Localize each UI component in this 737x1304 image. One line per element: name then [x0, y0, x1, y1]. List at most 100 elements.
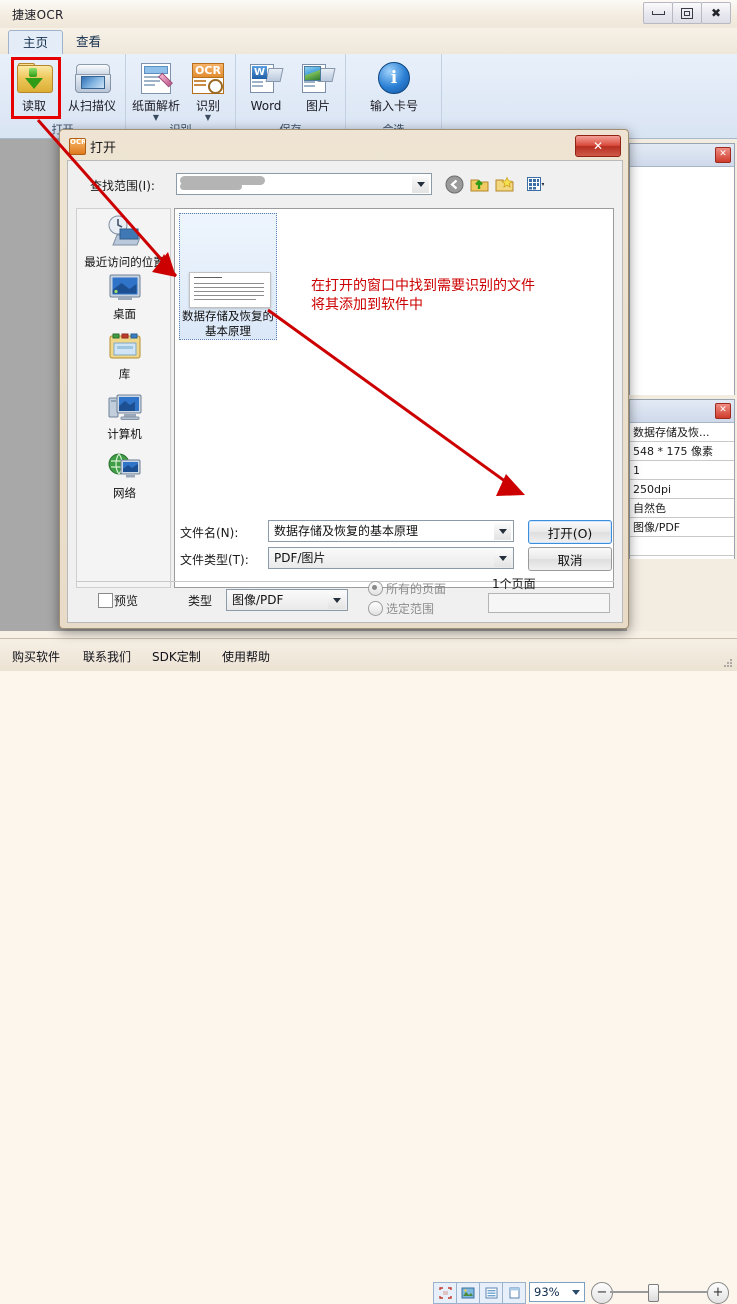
cancel-button[interactable]: 取消	[528, 547, 612, 571]
close-button[interactable]: ✖	[701, 2, 731, 24]
image-info-panel-close-button[interactable]: ✕	[715, 403, 731, 419]
resize-grip-icon[interactable]	[722, 657, 734, 669]
filetype-combobox[interactable]: PDF/图片	[268, 547, 514, 569]
recent-places-icon	[108, 215, 142, 246]
zoom-out-button[interactable]: −	[591, 1282, 613, 1304]
read-button-highlight-box	[11, 57, 61, 119]
image-info-panel-body: 数据存储及恢... 548 * 175 像素 1 250dpi 自然色 图像/P…	[630, 423, 734, 559]
up-folder-icon[interactable]	[468, 174, 490, 194]
ribbon-button-recognize-label: 识别	[195, 99, 220, 113]
ocr-app-icon: OCR	[69, 138, 86, 155]
ribbon-group-save: W Word 图片 保存	[236, 54, 346, 138]
chevron-down-icon[interactable]	[494, 550, 511, 567]
new-folder-icon[interactable]	[493, 174, 515, 194]
chevron-down-icon[interactable]	[328, 592, 345, 609]
computer-icon	[108, 394, 141, 420]
table-row: 1	[630, 460, 734, 480]
open-button[interactable]: 打开(O)	[528, 520, 612, 544]
status-link-buy[interactable]: 购买软件	[12, 648, 60, 665]
thumbnail-icon[interactable]	[456, 1282, 480, 1304]
fit-page-icon[interactable]	[433, 1282, 457, 1304]
ribbon: 读取 从扫描仪 打开 纸面解析 ▼	[0, 54, 737, 139]
open-button-label: 打开(O)	[547, 525, 593, 541]
radio-selected-range-label: 选定范围	[386, 602, 435, 616]
list-item[interactable]: 数据存储及恢复的 基本原理	[179, 213, 277, 340]
scanner-icon	[64, 58, 120, 98]
filename-value: 数据存储及恢复的基本原理	[274, 524, 419, 538]
tab-home[interactable]: 主页	[8, 30, 64, 55]
table-row: 250dpi	[630, 479, 734, 499]
ribbon-button-enter-card-number[interactable]: i 输入卡号	[362, 58, 426, 113]
ribbon-button-from-scanner[interactable]: 从扫描仪	[64, 58, 120, 113]
file-name-line-2: 基本原理	[205, 324, 251, 338]
view-mode-group	[433, 1282, 526, 1304]
page-range-input[interactable]	[488, 593, 610, 613]
redacted-path-mark	[180, 183, 242, 190]
file-name-label: 数据存储及恢复的 基本原理	[180, 309, 276, 339]
zoom-in-button[interactable]: +	[707, 1282, 729, 1304]
ribbon-button-word-label: Word	[250, 99, 282, 113]
views-icon[interactable]	[518, 174, 552, 194]
radio-selected-range[interactable]	[368, 601, 383, 616]
dialog-close-button[interactable]: ✕	[575, 135, 621, 157]
tab-view[interactable]: 查看	[62, 30, 115, 55]
ribbon-group-recognize: 纸面解析 ▼ OCR 识别 ▼ 识别	[126, 54, 236, 138]
ribbon-button-image-label: 图片	[305, 99, 330, 113]
type-combobox[interactable]: 图像/PDF	[226, 589, 348, 611]
plus-icon: +	[712, 1285, 724, 1300]
status-link-sdk[interactable]: SDK定制	[152, 648, 201, 665]
right-dock: ✕ ✕ 数据存储及恢... 548 * 175 像素 1 250dpi 自然色 …	[627, 139, 737, 631]
ribbon-button-page-analysis[interactable]: 纸面解析 ▼	[128, 58, 184, 122]
desktop-icon	[109, 274, 140, 300]
filename-combobox[interactable]: 数据存储及恢复的基本原理	[268, 520, 514, 542]
file-thumbnail-preview	[189, 272, 271, 308]
file-name-line-1: 数据存储及恢复的	[182, 309, 274, 323]
filetype-value: PDF/图片	[274, 551, 326, 565]
back-icon[interactable]	[443, 174, 465, 194]
type-label: 类型	[188, 594, 213, 608]
minimize-button[interactable]	[643, 2, 673, 24]
filetype-label: 文件类型(T):	[180, 553, 249, 567]
zoom-level-value: 93%	[534, 1285, 560, 1299]
filename-label: 文件名(N):	[180, 526, 239, 540]
application-window: 捷速OCR ✖ 主页 查看 读取 从扫描仪 打开	[0, 0, 737, 1304]
place-libraries[interactable]: 库	[77, 333, 172, 381]
radio-all-pages[interactable]	[368, 581, 383, 596]
annotation-text-2: 将其添加到软件中	[311, 297, 423, 313]
list-icon[interactable]	[479, 1282, 503, 1304]
status-link-help[interactable]: 使用帮助	[222, 648, 270, 665]
place-libraries-label: 库	[118, 367, 131, 381]
libraries-icon	[109, 333, 140, 359]
place-desktop[interactable]: 桌面	[77, 273, 172, 321]
maximize-button[interactable]	[672, 2, 702, 24]
place-computer[interactable]: 计算机	[77, 393, 172, 441]
preview-checkbox[interactable]	[98, 593, 113, 608]
preview-label: 预览	[114, 594, 139, 608]
ribbon-button-image[interactable]: 图片	[290, 58, 346, 113]
image-export-icon	[290, 58, 346, 98]
zoom-slider-thumb[interactable]	[648, 1284, 659, 1302]
status-link-contact[interactable]: 联系我们	[83, 648, 131, 665]
place-recent[interactable]: 最近访问的位置	[77, 215, 172, 269]
single-page-icon[interactable]	[502, 1282, 526, 1304]
ribbon-button-page-analysis-label: 纸面解析	[131, 99, 180, 113]
radio-all-pages-label: 所有的页面	[386, 582, 447, 596]
table-row	[630, 536, 734, 556]
thumbnail-panel-body[interactable]	[630, 167, 734, 395]
thumbnail-panel-close-button[interactable]: ✕	[715, 147, 731, 163]
chevron-down-icon[interactable]	[494, 523, 511, 540]
place-recent-label: 最近访问的位置	[84, 255, 165, 269]
place-network[interactable]: 网络	[77, 452, 172, 500]
title-bar: 捷速OCR ✖	[0, 0, 737, 28]
cancel-button-label: 取消	[557, 552, 583, 568]
ribbon-button-recognize[interactable]: OCR 识别 ▼	[180, 58, 236, 122]
zoom-level-combobox[interactable]: 93%	[529, 1282, 585, 1302]
annotation-text-1: 在打开的窗口中找到需要识别的文件	[311, 278, 535, 294]
image-info-table: 数据存储及恢... 548 * 175 像素 1 250dpi 自然色 图像/P…	[630, 423, 734, 556]
image-info-panel: ✕ 数据存储及恢... 548 * 175 像素 1 250dpi 自然色 图像…	[629, 399, 735, 559]
network-icon	[108, 453, 140, 478]
places-sidebar: 最近访问的位置 桌面 库 计算机 网络	[76, 208, 171, 588]
chevron-down-icon[interactable]	[412, 176, 429, 193]
dialog-body: 查找范围(I): 最近访问的位置 桌面 库 计算机 网络 数据存储及恢复的 基本…	[67, 160, 623, 623]
ribbon-button-word[interactable]: W Word	[238, 58, 294, 113]
